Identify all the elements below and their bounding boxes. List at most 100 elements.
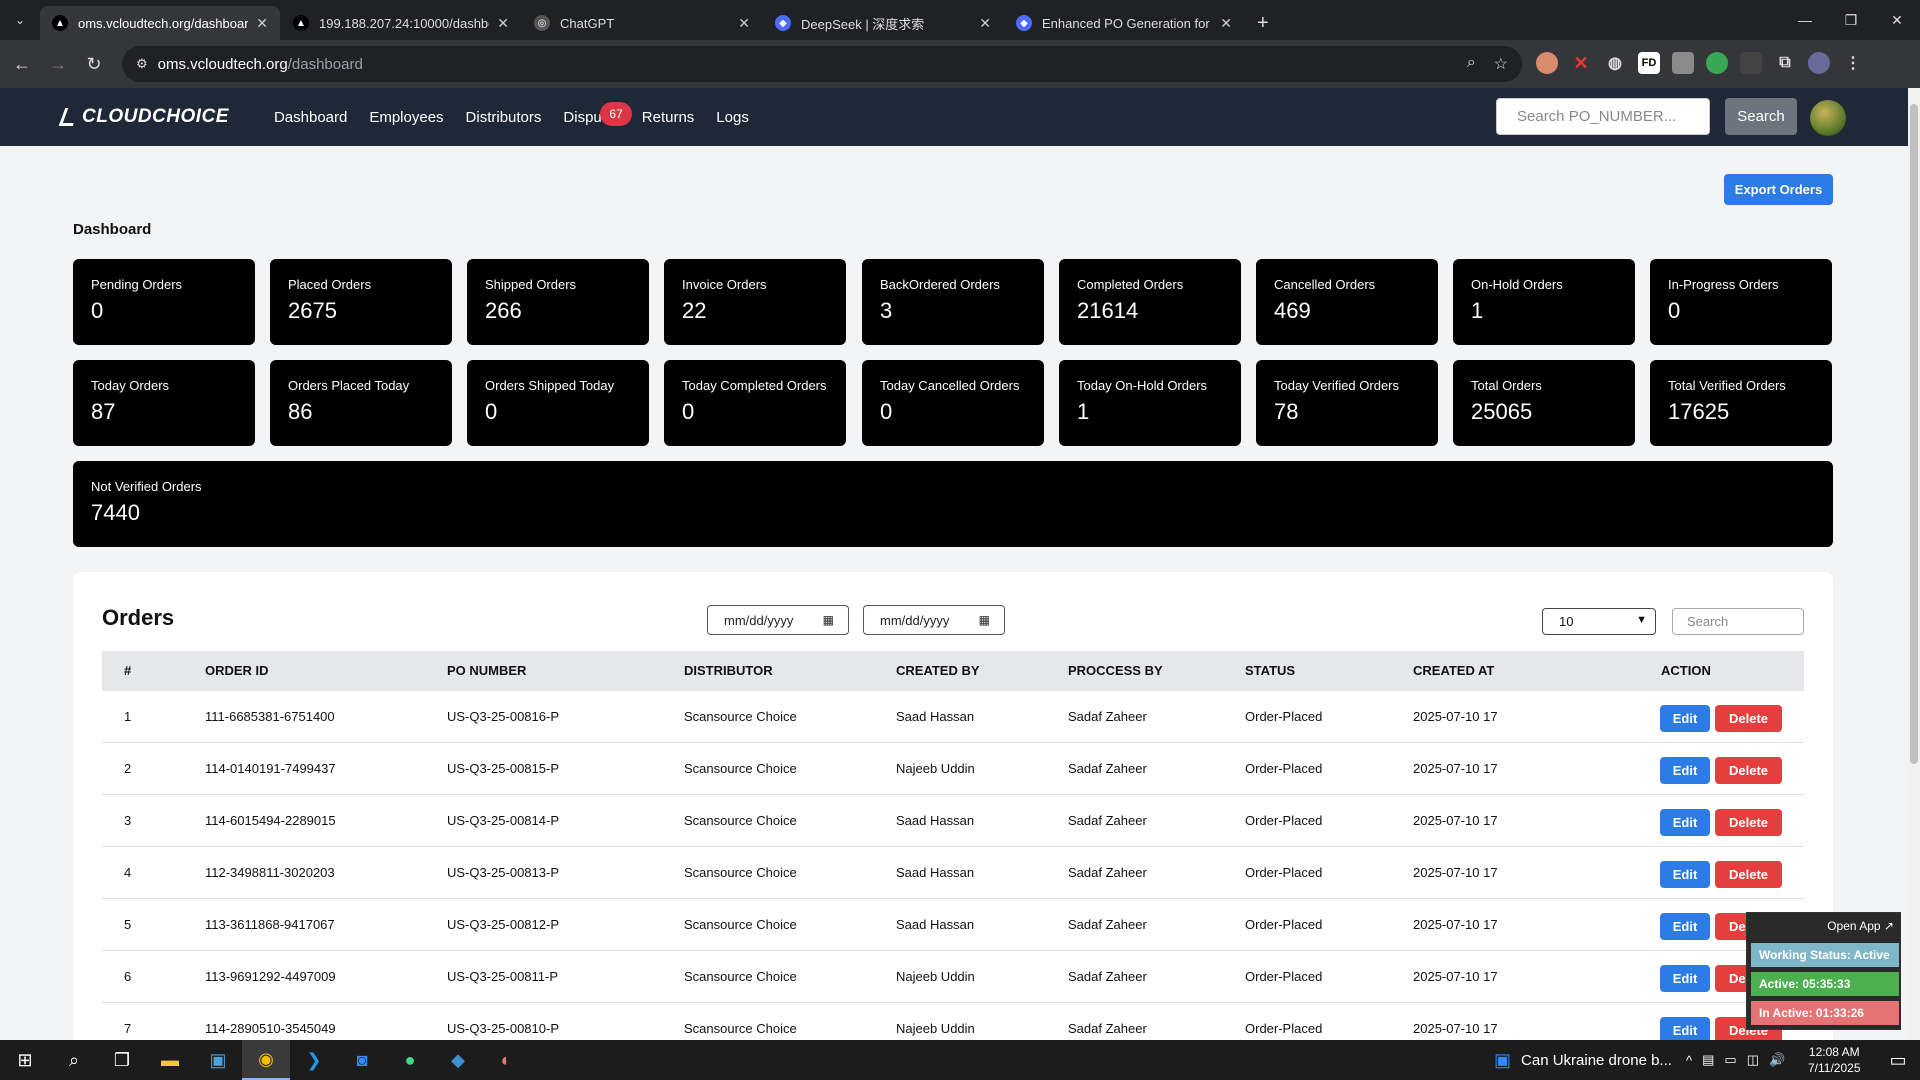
- tray-chevron-icon[interactable]: ^: [1686, 1053, 1692, 1068]
- edit-button[interactable]: Edit: [1660, 861, 1710, 888]
- restore-icon[interactable]: ❐: [1828, 0, 1874, 40]
- forward-icon[interactable]: →: [44, 54, 72, 75]
- close-tab-icon[interactable]: ✕: [1220, 15, 1232, 32]
- edit-button[interactable]: Edit: [1660, 965, 1710, 992]
- search-button[interactable]: Search: [1725, 98, 1797, 135]
- page-size-value: 10: [1559, 614, 1574, 629]
- extension-x-icon[interactable]: ✕: [1570, 52, 1592, 74]
- kebab-menu-icon[interactable]: ⋮: [1842, 52, 1864, 74]
- end-date-input[interactable]: mm/dd/yyyy ▦: [863, 605, 1005, 635]
- column-header: ACTION: [1661, 663, 1711, 678]
- edit-button[interactable]: Edit: [1660, 913, 1710, 940]
- shield-extension-icon[interactable]: [1706, 52, 1728, 74]
- stat-card: Total Orders 25065: [1453, 360, 1635, 446]
- column-header: PROCCESS BY: [1068, 663, 1163, 678]
- table-cell: Saad Hassan: [896, 865, 975, 880]
- volume-icon[interactable]: 🔊: [1769, 1052, 1785, 1068]
- nav-distributors[interactable]: Distributors: [466, 109, 542, 126]
- open-app-link[interactable]: Open App ↗: [1827, 919, 1894, 933]
- url-host: oms.vcloudtech.org: [157, 55, 288, 73]
- page-scrollbar[interactable]: [1908, 88, 1920, 1040]
- windows-start-icon[interactable]: ⊞: [0, 1040, 50, 1080]
- table-cell: Order-Placed: [1245, 761, 1323, 776]
- browser-tab[interactable]: ▲ oms.vcloudtech.org/dashboard ✕: [40, 6, 280, 40]
- url-field[interactable]: ⚙ oms.vcloudtech.org/dashboard ⌕ ☆: [122, 46, 1522, 82]
- nav-logs[interactable]: Logs: [716, 109, 749, 126]
- po-search-input[interactable]: Search PO_NUMBER...: [1496, 98, 1710, 135]
- vscode-icon[interactable]: ❯: [290, 1040, 338, 1080]
- edit-button[interactable]: Edit: [1660, 705, 1710, 732]
- close-tab-icon[interactable]: ✕: [979, 15, 991, 32]
- store-icon[interactable]: ▣: [194, 1040, 242, 1080]
- page-size-select[interactable]: 10 ▼: [1542, 608, 1656, 635]
- browser-tab[interactable]: ▲ 199.188.207.24:10000/dashboard ✕: [281, 6, 521, 40]
- app-icon[interactable]: ●: [386, 1040, 434, 1080]
- table-cell: 1: [124, 709, 132, 724]
- nav-employees[interactable]: Employees: [369, 109, 443, 126]
- deepseek-icon: ◆: [775, 15, 791, 31]
- app-icon[interactable]: ◐: [482, 1040, 530, 1080]
- news-widget[interactable]: ▣ Can Ukraine drone b...: [1494, 1040, 1672, 1080]
- export-orders-button[interactable]: Export Orders: [1724, 174, 1833, 205]
- delete-button[interactable]: Delete: [1715, 705, 1782, 732]
- profile-avatar-icon[interactable]: [1808, 52, 1830, 74]
- tray-app-icon[interactable]: ▤: [1702, 1052, 1714, 1068]
- table-search-input[interactable]: Search: [1672, 608, 1804, 635]
- column-header: PO NUMBER: [447, 663, 527, 678]
- calendar-icon[interactable]: ▦: [823, 613, 834, 627]
- puzzle-icon[interactable]: ⧉: [1774, 52, 1796, 74]
- delete-button[interactable]: Delete: [1715, 757, 1782, 784]
- search-icon[interactable]: ⌕: [50, 1040, 98, 1080]
- browser-tab[interactable]: ◎ ChatGPT ✕: [522, 6, 762, 40]
- stat-value: 1: [1077, 399, 1090, 424]
- zoom-app-icon[interactable]: ◙: [338, 1040, 386, 1080]
- close-tab-icon[interactable]: ✕: [256, 15, 268, 32]
- file-explorer-icon[interactable]: ▬: [146, 1040, 194, 1080]
- extension-icon[interactable]: [1740, 52, 1762, 74]
- reload-icon[interactable]: ↻: [80, 54, 108, 75]
- edit-button[interactable]: Edit: [1660, 809, 1710, 836]
- nav-disputes[interactable]: Dispu 67: [563, 101, 632, 126]
- app-icon[interactable]: ◆: [434, 1040, 482, 1080]
- scrollbar-thumb[interactable]: [1910, 104, 1918, 764]
- browser-tab[interactable]: ◆ DeepSeek | 深度求索 ✕: [763, 6, 1003, 40]
- notifications-icon[interactable]: ▭: [1878, 1040, 1918, 1080]
- delete-button[interactable]: Delete: [1715, 809, 1782, 836]
- globe-icon[interactable]: ◍: [1604, 52, 1626, 74]
- table-cell: Order-Placed: [1245, 865, 1323, 880]
- extension-icon[interactable]: [1536, 52, 1558, 74]
- back-icon[interactable]: ←: [8, 54, 36, 75]
- edit-button[interactable]: Edit: [1660, 757, 1710, 784]
- logo[interactable]: CLOUDCHOICE: [58, 106, 229, 128]
- stat-label: Cancelled Orders: [1274, 277, 1376, 292]
- zoom-icon[interactable]: ⌕: [1467, 54, 1476, 74]
- browser-tab[interactable]: ◆ Enhanced PO Generation for M ✕: [1004, 6, 1244, 40]
- calendar-icon[interactable]: ▦: [979, 613, 990, 627]
- image-extension-icon[interactable]: [1672, 52, 1694, 74]
- table-cell: US-Q3-25-00814-P: [447, 813, 559, 828]
- close-window-icon[interactable]: ✕: [1874, 0, 1920, 40]
- stat-value: 0: [1668, 298, 1681, 323]
- minimize-icon[interactable]: —: [1782, 0, 1828, 40]
- table-cell: Order-Placed: [1245, 917, 1323, 932]
- delete-button[interactable]: Delete: [1715, 861, 1782, 888]
- start-date-input[interactable]: mm/dd/yyyy ▦: [707, 605, 849, 635]
- clock-date: 7/11/2025: [1808, 1061, 1861, 1075]
- chrome-icon[interactable]: ◉: [242, 1040, 290, 1080]
- table-row: 1 111-6685381-6751400 US-Q3-25-00816-P Scan…: [102, 691, 1804, 743]
- close-tab-icon[interactable]: ✕: [738, 15, 750, 32]
- nav-returns[interactable]: Returns: [642, 109, 695, 126]
- site-info-icon[interactable]: ⚙: [136, 56, 148, 72]
- battery-icon[interactable]: ▭: [1724, 1052, 1736, 1068]
- fd-extension-icon[interactable]: FD: [1638, 52, 1660, 74]
- nav-dashboard[interactable]: Dashboard: [274, 109, 347, 126]
- clock[interactable]: 12:08 AM 7/11/2025: [1808, 1044, 1861, 1076]
- bookmark-star-icon[interactable]: ☆: [1494, 54, 1508, 74]
- tab-search-icon[interactable]: ⌄: [0, 0, 40, 40]
- network-icon[interactable]: ◫: [1747, 1052, 1759, 1068]
- avatar[interactable]: [1810, 100, 1846, 136]
- task-view-icon[interactable]: ❐: [98, 1040, 146, 1080]
- new-tab-button[interactable]: +: [1245, 6, 1281, 40]
- table-cell: Najeeb Uddin: [896, 761, 975, 776]
- close-tab-icon[interactable]: ✕: [497, 15, 509, 32]
